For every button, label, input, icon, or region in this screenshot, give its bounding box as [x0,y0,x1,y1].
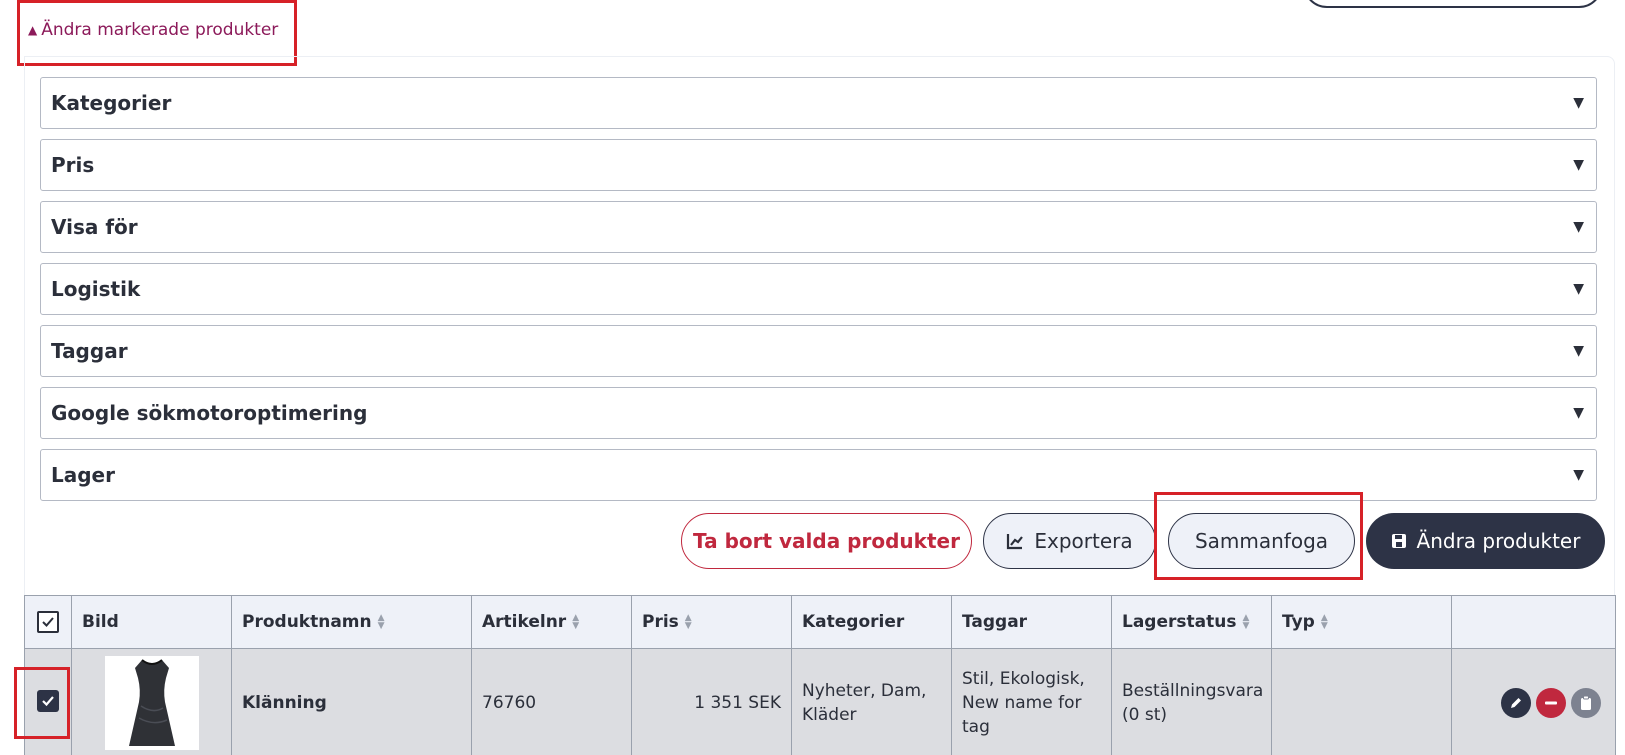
table-row[interactable]: Klänning 76760 1 351 SEK Nyheter, Dam, K… [24,648,1616,755]
remove-icon[interactable] [1536,687,1566,718]
row-select-cell[interactable] [24,648,72,755]
top-button-edge[interactable] [1303,0,1603,8]
caret-down-icon: ▼ [1573,95,1584,111]
column-header-categories: Kategorier [791,595,952,649]
accordion-pris[interactable]: Pris ▼ [40,139,1597,191]
delete-selected-button[interactable]: Ta bort valda produkter [681,513,972,569]
edit-products-button[interactable]: Ändra produkter [1366,513,1605,569]
edit-icon[interactable] [1501,687,1531,718]
column-header-type[interactable]: Typ ▲ ▼ [1271,595,1452,649]
product-type [1271,648,1452,755]
product-price: 1 351 SEK [631,648,792,755]
product-stock: Beställningsvara (0 st) [1111,648,1272,755]
column-label: Pris [642,612,679,632]
column-header-actions [1451,595,1616,649]
chart-icon [1006,532,1024,550]
column-header-stock[interactable]: Lagerstatus ▲ ▼ [1111,595,1272,649]
row-checkbox[interactable] [37,690,59,712]
merge-label: Sammanfoga [1194,529,1329,553]
row-actions [1462,687,1605,718]
accordion-label: Google sökmotoroptimering [51,401,368,425]
products-table: Bild Produktnamn ▲ ▼ Artikelnr ▲ ▼ Pris ▲ ▼ Ka… [24,595,1616,755]
triangle-up-icon: ▲ [28,23,38,37]
accordion-label: Taggar [51,339,128,363]
accordion-label: Lager [51,463,115,487]
column-header-sku[interactable]: Artikelnr ▲ ▼ [471,595,632,649]
column-label: Typ [1282,612,1315,632]
toggle-edit-selected[interactable]: ▲ Ändra markerade produkter [28,20,278,40]
save-label: Ändra produkter [1416,529,1581,553]
sort-icon[interactable]: ▲ ▼ [1242,614,1249,631]
sort-icon[interactable]: ▲ ▼ [685,614,692,631]
column-header-name[interactable]: Produktnamn ▲ ▼ [231,595,472,649]
copy-icon[interactable] [1571,687,1601,718]
caret-down-icon: ▼ [1573,157,1584,173]
accordion-taggar[interactable]: Taggar ▼ [40,325,1597,377]
accordion-kategorier[interactable]: Kategorier ▼ [40,77,1597,129]
merge-button[interactable]: Sammanfoga [1168,513,1355,569]
accordion-label: Kategorier [51,91,172,115]
export-button[interactable]: Exportera [983,513,1156,569]
accordion-label: Logistik [51,277,141,301]
column-header-tags: Taggar [951,595,1112,649]
caret-down-icon: ▼ [1573,343,1584,359]
save-icon [1391,533,1407,549]
column-header-image: Bild [71,595,232,649]
accordion-logistik[interactable]: Logistik ▼ [40,263,1597,315]
column-label: Lagerstatus [1122,612,1237,632]
caret-down-icon: ▼ [1573,219,1584,235]
table-header-row: Bild Produktnamn ▲ ▼ Artikelnr ▲ ▼ Pris ▲ ▼ Ka… [24,595,1616,649]
product-image[interactable] [104,655,199,750]
row-actions-cell [1451,648,1616,755]
caret-down-icon: ▼ [1573,467,1584,483]
sort-icon[interactable]: ▲ ▼ [572,614,579,631]
product-image-cell [71,648,232,755]
delete-label: Ta bort valda produkter [693,529,960,553]
product-tags: Stil, Ekologisk, New name for tag [951,648,1112,755]
product-name[interactable]: Klänning [231,648,472,755]
caret-down-icon: ▼ [1573,281,1584,297]
product-sku: 76760 [471,648,632,755]
accordion-lager[interactable]: Lager ▼ [40,449,1597,501]
accordion-google-seo[interactable]: Google sökmotoroptimering ▼ [40,387,1597,439]
product-categories: Nyheter, Dam, Kläder [791,648,952,755]
select-all-checkbox[interactable] [37,610,59,633]
accordion-label: Pris [51,153,95,177]
export-label: Exportera [1034,529,1133,553]
column-header-price[interactable]: Pris ▲ ▼ [631,595,792,649]
select-all-cell[interactable] [24,595,72,649]
caret-down-icon: ▼ [1573,405,1584,421]
sort-icon[interactable]: ▲ ▼ [378,614,385,631]
accordion-visa-for[interactable]: Visa för ▼ [40,201,1597,253]
toggle-label: Ändra markerade produkter [41,20,279,40]
column-label: Produktnamn [242,612,372,632]
accordion-label: Visa för [51,215,138,239]
sort-icon[interactable]: ▲ ▼ [1321,614,1328,631]
column-label: Artikelnr [482,612,567,632]
